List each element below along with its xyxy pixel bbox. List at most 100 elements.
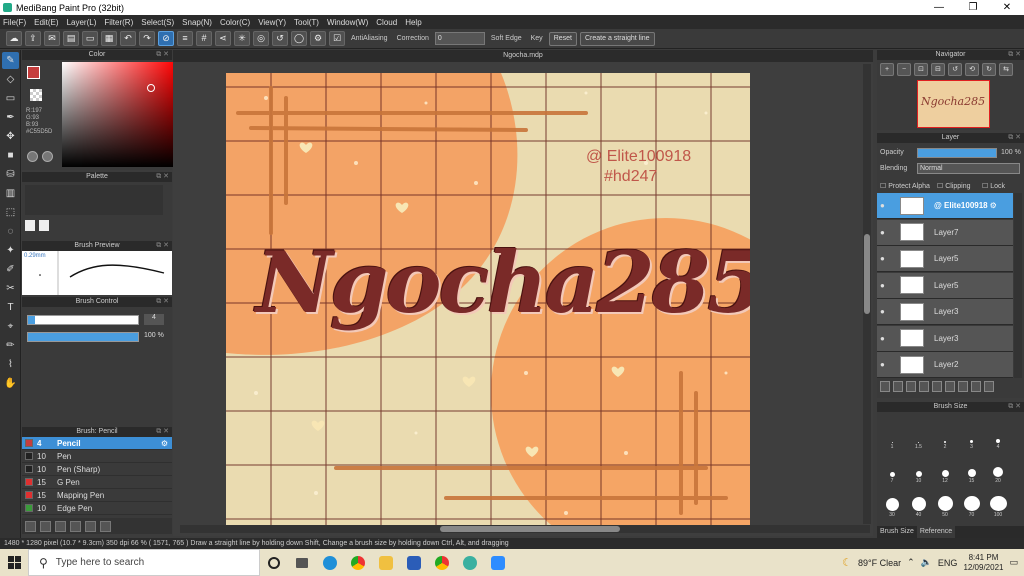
- brush-item[interactable]: 10 Pen (Sharp): [22, 463, 172, 476]
- navigator-thumbnail[interactable]: Ngocha285: [917, 80, 990, 128]
- brush-size-option[interactable]: 20: [985, 462, 1011, 484]
- layer-row[interactable]: ● Layer5: [877, 246, 1013, 272]
- layer-row[interactable]: ● Layer5: [877, 272, 1013, 299]
- zoom-in-icon[interactable]: +: [880, 63, 894, 76]
- saturation-value-picker[interactable]: [62, 62, 176, 167]
- bucket-tool-icon[interactable]: ⛁: [2, 166, 19, 183]
- merge-layer-icon[interactable]: [958, 381, 968, 392]
- start-button[interactable]: [0, 549, 28, 576]
- layer-opacity-slider[interactable]: [917, 148, 997, 158]
- maximize-button[interactable]: ❐: [956, 2, 990, 13]
- menu-select[interactable]: Select(S): [141, 18, 174, 27]
- layer-row[interactable]: ● Layer2: [877, 352, 1013, 378]
- layer-settings-gear-icon[interactable]: ⚙: [990, 201, 997, 210]
- brush-settings-icon[interactable]: ⚙: [161, 439, 168, 448]
- save-icon[interactable]: ▭: [82, 31, 98, 46]
- gradient-tool-icon[interactable]: ▥: [2, 185, 19, 202]
- visibility-icon[interactable]: ●: [880, 334, 890, 343]
- select-tool-icon[interactable]: ⬚: [2, 204, 19, 221]
- brush-size-value[interactable]: 4: [144, 314, 164, 325]
- new-8bit-layer-icon[interactable]: [906, 381, 916, 392]
- brush-item[interactable]: 4 Pencil ⚙: [22, 437, 172, 450]
- cloud-icon[interactable]: ☁: [6, 31, 22, 46]
- volume-icon[interactable]: 🔈: [921, 557, 932, 568]
- fill-shape-icon[interactable]: ■: [2, 147, 19, 164]
- brush-delete-icon[interactable]: [100, 520, 111, 532]
- brush-duplicate-icon[interactable]: [85, 520, 96, 532]
- hand-tool-icon[interactable]: ✋: [2, 375, 19, 392]
- eraser-tool-icon[interactable]: ◇: [2, 71, 19, 88]
- artwork-canvas[interactable]: @ Elite100918 #hd247 Ngocha285: [226, 73, 750, 525]
- flip-icon[interactable]: ⇆: [999, 63, 1013, 76]
- image-icon[interactable]: ▦: [101, 31, 117, 46]
- brush-copy-icon[interactable]: [70, 520, 81, 532]
- brush-size-option[interactable]: 30: [879, 496, 905, 518]
- edge-icon[interactable]: [316, 549, 344, 576]
- brush-item[interactable]: 10 Pen: [22, 450, 172, 463]
- operation-tool-icon[interactable]: ⌖: [2, 318, 19, 335]
- new-folder-icon[interactable]: [932, 381, 942, 392]
- foreground-color-swatch[interactable]: [27, 66, 40, 79]
- brush-opacity-slider[interactable]: [27, 332, 139, 342]
- new-halftone-layer-icon[interactable]: [893, 381, 903, 392]
- layer-row[interactable]: ● Layer3: [877, 325, 1013, 352]
- delete-layer-icon[interactable]: [971, 381, 981, 392]
- notifications-icon[interactable]: ▭: [1009, 557, 1018, 568]
- brush-import-icon[interactable]: [55, 520, 66, 532]
- brush-size-option[interactable]: 15: [959, 462, 985, 484]
- task-view-icon[interactable]: [288, 549, 316, 576]
- zoom-fit-icon[interactable]: ⊡: [914, 63, 928, 76]
- brush-tool-icon[interactable]: ✎: [2, 52, 19, 69]
- snap-off-icon[interactable]: ⊘: [158, 31, 174, 46]
- tray-chevron-icon[interactable]: ⌃: [907, 557, 915, 568]
- menu-tool[interactable]: Tool(T): [294, 18, 319, 27]
- brush-size-option[interactable]: 50: [932, 496, 958, 518]
- lock-checkbox[interactable]: ☐ Lock: [982, 182, 1005, 190]
- page-icon[interactable]: ▤: [63, 31, 79, 46]
- chrome-icon[interactable]: [344, 549, 372, 576]
- menu-help[interactable]: Help: [405, 18, 421, 27]
- new-palette-icon[interactable]: [25, 220, 35, 231]
- menu-cloud[interactable]: Cloud: [376, 18, 397, 27]
- parallel-snap-icon[interactable]: ≡: [177, 31, 193, 46]
- clipping-checkbox[interactable]: ☐ Clipping: [937, 182, 971, 190]
- visibility-icon[interactable]: ●: [880, 307, 890, 316]
- brush-size-option[interactable]: 1.5: [906, 428, 932, 450]
- brush-size-option[interactable]: 70: [959, 496, 985, 518]
- rotate-left-icon[interactable]: ↺: [948, 63, 962, 76]
- soft-edge-label[interactable]: Soft Edge: [488, 35, 525, 42]
- upload-icon[interactable]: ⇪: [25, 31, 41, 46]
- medibang-icon[interactable]: [456, 549, 484, 576]
- vertical-scrollbar[interactable]: [863, 64, 871, 524]
- duplicate-layer-icon[interactable]: [945, 381, 955, 392]
- brush-item[interactable]: 15 Mapping Pen: [22, 489, 172, 502]
- explorer-icon[interactable]: [372, 549, 400, 576]
- brush-size-option[interactable]: 100: [985, 496, 1011, 518]
- correction-dropdown[interactable]: 0: [434, 32, 485, 45]
- background-color-swatch[interactable]: [30, 89, 42, 101]
- brush-item[interactable]: 10 Edge Pen: [22, 502, 172, 515]
- visibility-icon[interactable]: ●: [880, 201, 890, 210]
- layer-row[interactable]: ● Layer3: [877, 299, 1013, 325]
- move-tool-icon[interactable]: ✥: [2, 128, 19, 145]
- layer-scrollbar[interactable]: [1014, 193, 1022, 378]
- blending-dropdown[interactable]: Normal: [917, 163, 1020, 174]
- menu-color[interactable]: Color(C): [220, 18, 250, 27]
- visibility-icon[interactable]: ●: [880, 360, 890, 369]
- menu-view[interactable]: View(Y): [258, 18, 286, 27]
- comment-icon[interactable]: ✉: [44, 31, 60, 46]
- rotate-reset-icon[interactable]: ⟲: [965, 63, 979, 76]
- reset-button[interactable]: Reset: [548, 31, 577, 46]
- layer-row[interactable]: ● @ Elite100918 ⚙: [877, 193, 1013, 219]
- brush-size-option[interactable]: 7: [879, 462, 905, 484]
- cross-snap-icon[interactable]: #: [196, 31, 212, 46]
- pen-tool-icon[interactable]: ✒: [2, 109, 19, 126]
- brush-size-option[interactable]: 2: [932, 428, 958, 450]
- radial-snap-icon[interactable]: ✳: [234, 31, 250, 46]
- brush-page-icon[interactable]: [40, 520, 51, 532]
- menu-file[interactable]: File(F): [3, 18, 26, 27]
- brush-size-option[interactable]: 10: [906, 462, 932, 484]
- add-layer-menu-icon[interactable]: [919, 381, 929, 392]
- divide-tool-icon[interactable]: ✂: [2, 280, 19, 297]
- antialias-checkbox[interactable]: ☑: [329, 31, 345, 46]
